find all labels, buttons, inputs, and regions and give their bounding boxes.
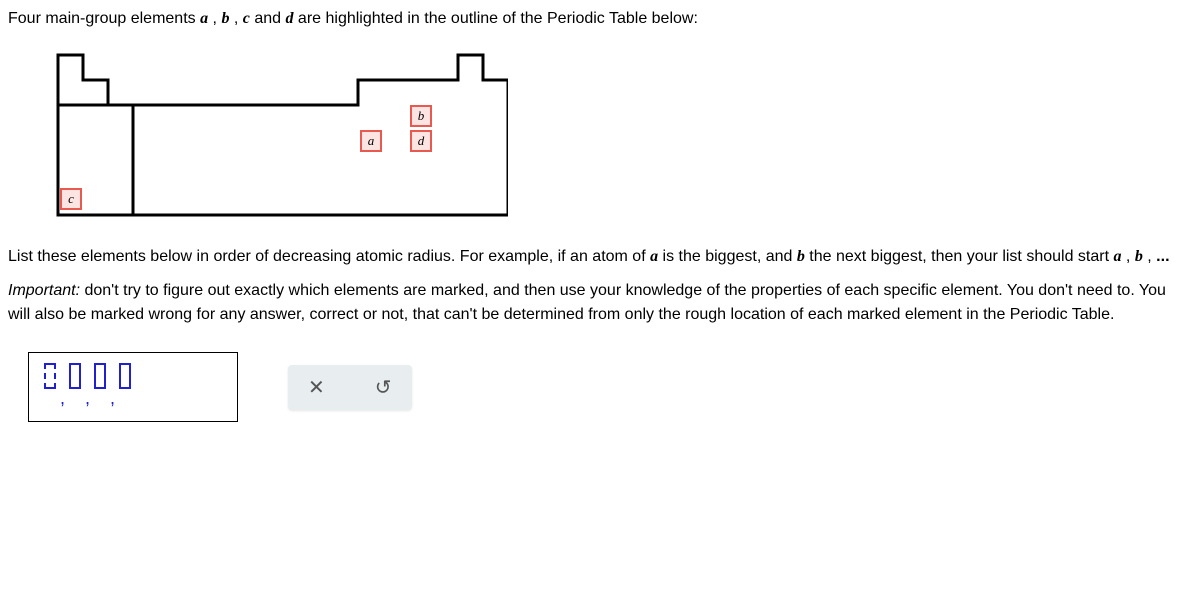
instr-prefix: List these elements below in order of de… (8, 248, 650, 265)
example-b: b (1135, 248, 1143, 265)
intro-prefix: Four main-group elements (8, 10, 200, 27)
var-c: c (243, 10, 250, 27)
reset-button[interactable]: ↺ (375, 375, 392, 400)
instr-suffix: the next biggest, then your list should … (805, 248, 1114, 265)
intro-suffix: are highlighted in the outline of the Pe… (293, 10, 697, 27)
instr-var-b: b (797, 248, 805, 265)
answer-slot-1[interactable] (44, 363, 56, 389)
comma: , (110, 388, 115, 409)
comma: , (60, 388, 65, 409)
answer-input-box[interactable]: , , , (28, 352, 238, 422)
instr-var-a: a (650, 248, 658, 265)
sep: and (250, 10, 286, 27)
clear-button[interactable]: ✕ (308, 375, 325, 400)
var-a: a (200, 10, 208, 27)
cell-a: a (360, 130, 382, 152)
comma: , (85, 388, 90, 409)
sep: , (1143, 248, 1156, 265)
sep: , (1121, 248, 1134, 265)
instr-mid: is the biggest, and (658, 248, 797, 265)
sep: , (208, 10, 221, 27)
answer-slot-4[interactable] (119, 363, 131, 389)
cell-c: c (60, 188, 82, 210)
important-body: don't try to figure out exactly which el… (8, 282, 1166, 323)
periodic-table-outline (48, 45, 508, 225)
instruction-text: List these elements below in order of de… (8, 245, 1192, 269)
answer-area: , , , ✕ ↺ (28, 352, 1192, 422)
button-bar: ✕ ↺ (288, 365, 412, 410)
cell-d: d (410, 130, 432, 152)
question-intro: Four main-group elements a , b , c and d… (8, 8, 1192, 30)
dots: ... (1156, 248, 1169, 265)
answer-slot-2[interactable] (69, 363, 81, 389)
answer-slot-3[interactable] (94, 363, 106, 389)
cell-b: b (410, 105, 432, 127)
important-label: Important: (8, 282, 80, 299)
important-note: Important: don't try to figure out exact… (8, 279, 1192, 327)
periodic-table-diagram: c a b d (48, 45, 508, 225)
sep: , (229, 10, 242, 27)
